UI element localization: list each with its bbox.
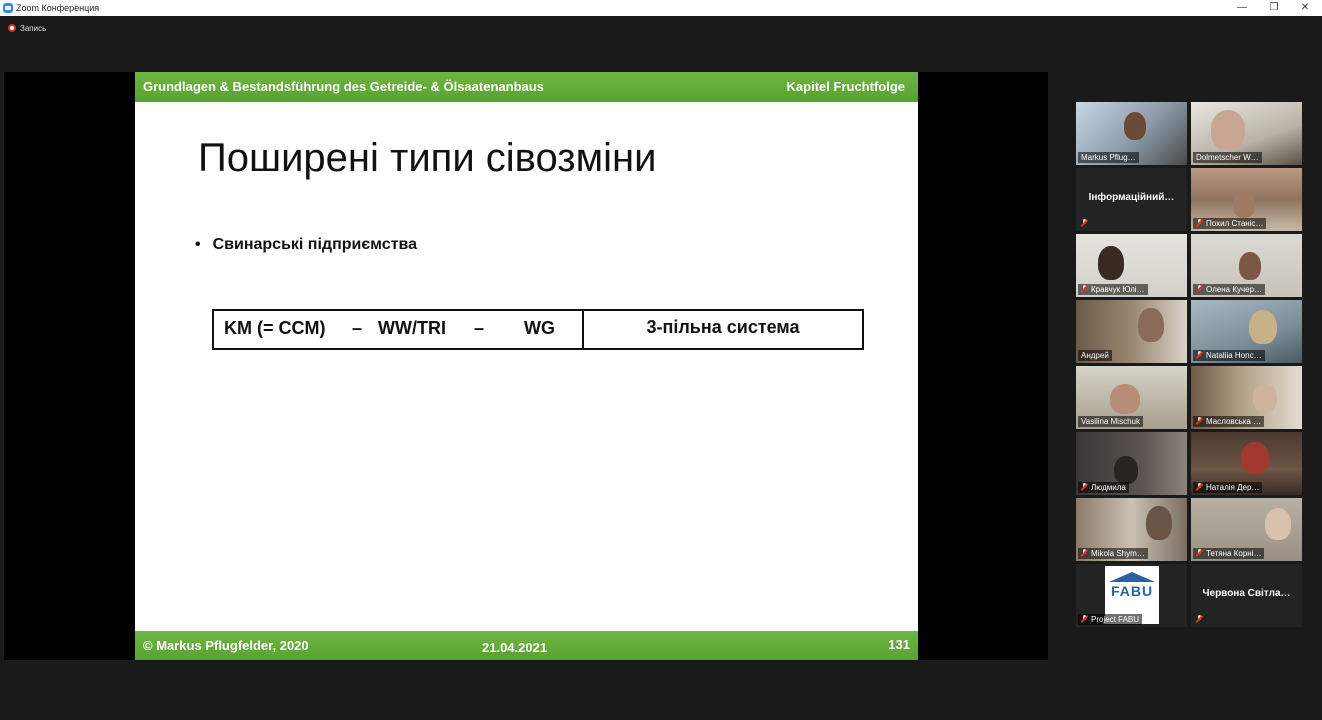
window-title: Zoom Конференция <box>16 3 100 13</box>
participant-tile-active-speaker[interactable]: Vasilina Mischuk <box>1076 366 1187 429</box>
minimize-button[interactable]: — <box>1227 0 1257 16</box>
participant-figure <box>1124 112 1146 140</box>
participant-display-name: Червона Світла… <box>1202 588 1291 599</box>
rotation-dash-1: – <box>352 318 363 338</box>
muted-mic-icon <box>1081 615 1088 623</box>
muted-mic-icon <box>1196 549 1203 557</box>
slide-page-number: 131 <box>888 637 910 652</box>
rotation-wwtri: WW/TRI <box>378 318 446 338</box>
rotation-km: KM (= CCM) <box>224 318 326 338</box>
participant-name: Андрей <box>1078 350 1112 361</box>
participant-figure <box>1249 310 1277 344</box>
muted-mic-icon <box>1196 285 1203 293</box>
recording-icon <box>8 24 16 32</box>
participant-tile[interactable]: Наталія Дер… <box>1191 432 1302 495</box>
participant-tile[interactable]: Андрей <box>1076 300 1187 363</box>
participant-tile[interactable]: Nataliia Honc… <box>1191 300 1302 363</box>
muted-mic-icon <box>1196 219 1203 227</box>
participant-figure <box>1265 508 1291 540</box>
participant-tile[interactable]: FABU Project FABU <box>1076 564 1187 627</box>
participant-figure <box>1241 442 1269 474</box>
crop-rotation-table: KM (= CCM) – WW/TRI – WG 3-пільна систем… <box>212 309 864 350</box>
participant-tile[interactable]: Інформаційний… <box>1076 168 1187 231</box>
participant-name: Масловська … <box>1193 416 1265 427</box>
rotation-wg: WG <box>524 318 555 338</box>
muted-mic-icon <box>1196 615 1203 623</box>
participant-display-name: Інформаційний… <box>1088 192 1175 203</box>
muted-mic-icon <box>1196 483 1203 491</box>
fabu-logo-text: FABU <box>1110 583 1154 599</box>
participant-name: Тетяна Корні… <box>1193 548 1265 559</box>
rotation-dash-2: – <box>474 318 485 338</box>
participant-name <box>1078 218 1094 229</box>
participant-figure <box>1110 384 1140 414</box>
muted-mic-icon <box>1196 417 1203 425</box>
rotation-system: 3-пільна система <box>646 317 800 337</box>
participant-name <box>1193 614 1209 625</box>
close-button[interactable]: ✕ <box>1290 0 1320 16</box>
recording-label: Запись <box>20 24 47 33</box>
participant-figure <box>1098 246 1124 280</box>
participant-name: Project FABU <box>1078 614 1143 625</box>
participant-name: Nataliia Honc… <box>1193 350 1265 361</box>
participant-tile[interactable]: Похил Станіс… <box>1191 168 1302 231</box>
participant-name: Людмила <box>1078 482 1129 493</box>
window-titlebar: Zoom Конференция — ❐ ✕ <box>0 0 1322 16</box>
participant-tile[interactable]: Markus Pflug… <box>1076 102 1187 165</box>
zoom-logo-icon <box>3 3 13 13</box>
meeting-top-bar <box>0 16 1322 72</box>
muted-mic-icon <box>1081 549 1088 557</box>
slide-date: 21.04.2021 <box>482 640 548 655</box>
participant-tile[interactable]: Червона Світла… <box>1191 564 1302 627</box>
participant-figure <box>1239 252 1261 280</box>
rotation-sequence: KM (= CCM) – WW/TRI – WG <box>214 311 584 348</box>
participant-name: Mikola Shym… <box>1078 548 1148 559</box>
slide-copyright: © Markus Pflugfelder, 2020 <box>143 638 309 653</box>
participant-tile[interactable]: Кравчук Юлі… <box>1076 234 1187 297</box>
participant-name: Похил Станіс… <box>1193 218 1267 229</box>
participant-figure <box>1211 110 1245 150</box>
slide-header-course: Grundlagen & Bestandsführung des Getreid… <box>143 79 544 94</box>
participant-name: Кравчук Юлі… <box>1078 284 1148 295</box>
slide-header-chapter: Kapitel Fruchtfolge <box>786 79 905 94</box>
slide-bullet: • Свинарські підприємства <box>195 236 417 254</box>
participant-tile[interactable]: Dolmetscher W… <box>1191 102 1302 165</box>
participant-figure <box>1233 192 1255 218</box>
muted-mic-icon <box>1081 219 1088 227</box>
muted-mic-icon <box>1081 483 1088 491</box>
participant-figure <box>1146 506 1172 540</box>
presentation-slide: Grundlagen & Bestandsführung des Getreid… <box>135 72 918 660</box>
participant-name: Dolmetscher W… <box>1193 152 1262 163</box>
participant-name: Наталія Дер… <box>1193 482 1263 493</box>
meeting-bottom-bar <box>0 660 1322 720</box>
participant-tile[interactable]: Масловська … <box>1191 366 1302 429</box>
fabu-roof-icon <box>1109 572 1155 582</box>
participant-figure <box>1138 308 1164 342</box>
slide-footer: © Markus Pflugfelder, 2020 21.04.2021 13… <box>135 631 918 660</box>
participant-name: Markus Pflug… <box>1078 152 1139 163</box>
maximize-button[interactable]: ❐ <box>1259 0 1289 16</box>
participant-figure <box>1114 456 1138 484</box>
participant-figure <box>1253 384 1277 412</box>
participant-name: Vasilina Mischuk <box>1078 416 1143 427</box>
muted-mic-icon <box>1081 285 1088 293</box>
participant-tile[interactable]: Людмила <box>1076 432 1187 495</box>
participant-tile[interactable]: Тетяна Корні… <box>1191 498 1302 561</box>
participant-name: Олена Кучер… <box>1193 284 1266 295</box>
slide-title: Поширені типи сівозміни <box>198 136 657 180</box>
slide-header: Grundlagen & Bestandsführung des Getreid… <box>135 72 918 102</box>
bullet-text: Свинарські підприємства <box>212 236 418 253</box>
recording-indicator[interactable]: Запись <box>8 24 46 34</box>
bullet-dot: • <box>195 236 201 253</box>
participant-tile[interactable]: Mikola Shym… <box>1076 498 1187 561</box>
muted-mic-icon <box>1196 351 1203 359</box>
participant-tile[interactable]: Олена Кучер… <box>1191 234 1302 297</box>
